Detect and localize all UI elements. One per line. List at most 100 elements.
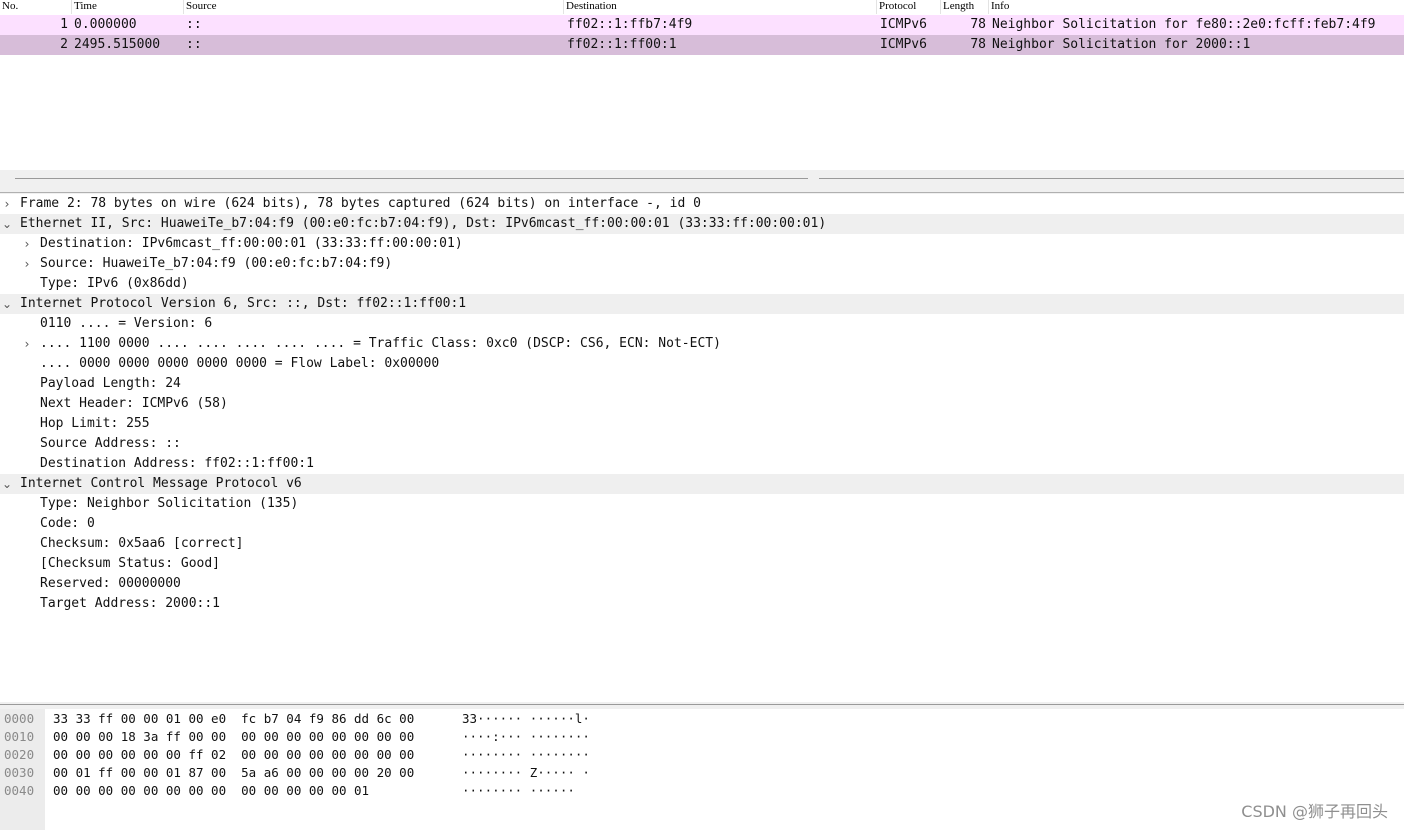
packet-length: 78 bbox=[970, 17, 986, 32]
watermark: CSDN @狮子再回头 bbox=[1241, 802, 1388, 821]
detail-tree-item[interactable]: .... 0000 0000 0000 0000 0000 = Flow Lab… bbox=[0, 354, 1404, 374]
detail-tree-item[interactable]: › Destination: IPv6mcast_ff:00:00:01 (33:… bbox=[0, 234, 1404, 254]
packet-bytes-pane[interactable]: 0000 33 33 ff 00 00 01 00 e0 fc b7 04 f9 … bbox=[0, 709, 1404, 830]
ascii-bytes: ········ Z····· · bbox=[462, 765, 590, 780]
packet-no: 2 bbox=[60, 37, 68, 52]
ascii-bytes: ····:··· ········ bbox=[462, 729, 590, 744]
detail-tree-item[interactable]: Type: IPv6 (0x86dd) bbox=[0, 274, 1404, 294]
detail-tree-node[interactable]: ⌄ Internet Protocol Version 6, Src: ::, D… bbox=[0, 294, 1404, 314]
packet-destination: ff02::1:ff00:1 bbox=[567, 37, 677, 52]
splitter-divider bbox=[0, 704, 1404, 705]
detail-tree-node[interactable]: ⌄ Internet Control Message Protocol v6 bbox=[0, 474, 1404, 494]
detail-text: Reserved: 00000000 bbox=[40, 576, 181, 591]
detail-text: Type: Neighbor Solicitation (135) bbox=[40, 496, 299, 511]
expand-arrow-icon[interactable]: › bbox=[21, 334, 33, 354]
hex-dump-row[interactable]: 0020 00 00 00 00 00 00 ff 02 00 00 00 00 … bbox=[0, 746, 1404, 764]
detail-tree-item[interactable]: › Source: HuaweiTe_b7:04:f9 (00:e0:fc:b7:… bbox=[0, 254, 1404, 274]
detail-text: Checksum: 0x5aa6 [correct] bbox=[40, 536, 244, 551]
detail-text: Ethernet II, Src: HuaweiTe_b7:04:f9 (00:… bbox=[20, 216, 827, 231]
column-header-source[interactable]: Source bbox=[184, 0, 564, 14]
expand-arrow-icon[interactable]: › bbox=[21, 234, 33, 254]
detail-text: Next Header: ICMPv6 (58) bbox=[40, 396, 228, 411]
hex-offset: 0020 bbox=[4, 747, 35, 762]
detail-tree-item[interactable]: [Checksum Status: Good] bbox=[0, 554, 1404, 574]
detail-tree-item[interactable]: Code: 0 bbox=[0, 514, 1404, 534]
packet-list-pane[interactable]: No. Time Source Destination Protocol Len… bbox=[0, 0, 1404, 170]
detail-tree-item[interactable]: Source Address: :: bbox=[0, 434, 1404, 454]
packet-details-pane[interactable]: › Frame 2: 78 bytes on wire (624 bits), 7… bbox=[0, 194, 1404, 702]
column-header-destination[interactable]: Destination bbox=[564, 0, 877, 14]
detail-tree-item[interactable]: Payload Length: 24 bbox=[0, 374, 1404, 394]
column-header-no[interactable]: No. bbox=[0, 0, 72, 14]
detail-text: Source: HuaweiTe_b7:04:f9 (00:e0:fc:b7:0… bbox=[40, 256, 393, 271]
detail-text: .... 1100 0000 .... .... .... .... .... … bbox=[40, 336, 721, 351]
detail-tree-item[interactable]: Type: Neighbor Solicitation (135) bbox=[0, 494, 1404, 514]
packet-row[interactable]: 1 0.000000 :: ff02::1:ffb7:4f9 ICMPv6 78… bbox=[0, 15, 1404, 35]
column-header-protocol[interactable]: Protocol bbox=[877, 0, 941, 14]
detail-text: [Checksum Status: Good] bbox=[40, 556, 221, 571]
expand-arrow-icon[interactable]: › bbox=[21, 254, 33, 274]
detail-tree-item[interactable]: Destination Address: ff02::1:ff00:1 bbox=[0, 454, 1404, 474]
hex-dump-row[interactable]: 0030 00 01 ff 00 00 01 87 00 5a a6 00 00 … bbox=[0, 764, 1404, 782]
detail-tree-item[interactable]: 0110 .... = Version: 6 bbox=[0, 314, 1404, 334]
packet-time: 2495.515000 bbox=[74, 37, 161, 52]
packet-length: 78 bbox=[970, 37, 986, 52]
detail-tree-item[interactable]: Checksum: 0x5aa6 [correct] bbox=[0, 534, 1404, 554]
collapse-arrow-icon[interactable]: ⌄ bbox=[1, 474, 13, 494]
detail-text: Destination Address: ff02::1:ff00:1 bbox=[40, 456, 314, 471]
detail-tree-node[interactable]: › Frame 2: 78 bytes on wire (624 bits), 7… bbox=[0, 194, 1404, 214]
hex-offset: 0030 bbox=[4, 765, 35, 780]
horizontal-scrollbar-track-right[interactable] bbox=[819, 178, 1404, 179]
hex-bytes: 00 00 00 18 3a ff 00 00 00 00 00 00 00 0… bbox=[53, 729, 415, 744]
packet-time: 0.000000 bbox=[74, 17, 137, 32]
ascii-bytes: 33······ ······l· bbox=[462, 711, 590, 726]
column-header-info[interactable]: Info bbox=[989, 0, 1404, 14]
hex-bytes: 00 00 00 00 00 00 ff 02 00 00 00 00 00 0… bbox=[53, 747, 415, 762]
detail-text: Code: 0 bbox=[40, 516, 95, 531]
hex-bytes: 00 01 ff 00 00 01 87 00 5a a6 00 00 00 0… bbox=[53, 765, 415, 780]
detail-text: Destination: IPv6mcast_ff:00:00:01 (33:3… bbox=[40, 236, 463, 251]
packet-no: 1 bbox=[60, 17, 68, 32]
hex-offset: 0000 bbox=[4, 711, 35, 726]
ascii-bytes: ········ ······ bbox=[462, 783, 575, 798]
hex-dump-row[interactable]: 0010 00 00 00 18 3a ff 00 00 00 00 00 00 … bbox=[0, 728, 1404, 746]
packet-info: Neighbor Solicitation for 2000::1 bbox=[992, 37, 1251, 52]
detail-text: .... 0000 0000 0000 0000 0000 = Flow Lab… bbox=[40, 356, 440, 371]
packet-info: Neighbor Solicitation for fe80::2e0:fcff… bbox=[992, 17, 1376, 32]
details-bytes-splitter[interactable] bbox=[0, 702, 1404, 709]
collapse-arrow-icon[interactable]: ⌄ bbox=[1, 294, 13, 314]
packet-destination: ff02::1:ffb7:4f9 bbox=[567, 17, 693, 32]
detail-tree-node[interactable]: ⌄ Ethernet II, Src: HuaweiTe_b7:04:f9 (00… bbox=[0, 214, 1404, 234]
detail-tree-item[interactable]: Next Header: ICMPv6 (58) bbox=[0, 394, 1404, 414]
collapse-arrow-icon[interactable]: ⌄ bbox=[1, 214, 13, 234]
detail-text: Payload Length: 24 bbox=[40, 376, 181, 391]
packet-protocol: ICMPv6 bbox=[880, 17, 927, 32]
detail-text: Internet Control Message Protocol v6 bbox=[20, 476, 302, 491]
horizontal-scrollbar-track-left[interactable] bbox=[15, 178, 808, 179]
hex-offset: 0010 bbox=[4, 729, 35, 744]
detail-tree-item[interactable]: Hop Limit: 255 bbox=[0, 414, 1404, 434]
ascii-bytes: ········ ········ bbox=[462, 747, 590, 762]
packet-source: :: bbox=[186, 37, 202, 52]
detail-text: Target Address: 2000::1 bbox=[40, 596, 221, 611]
detail-text: Type: IPv6 (0x86dd) bbox=[40, 276, 189, 291]
hex-dump-row[interactable]: 0040 00 00 00 00 00 00 00 00 00 00 00 00 … bbox=[0, 782, 1404, 800]
packet-source: :: bbox=[186, 17, 202, 32]
detail-tree-item[interactable]: › .... 1100 0000 .... .... .... .... ....… bbox=[0, 334, 1404, 354]
packet-list-splitter[interactable] bbox=[0, 170, 1404, 194]
column-header-length[interactable]: Length bbox=[941, 0, 989, 14]
packet-list-header: No. Time Source Destination Protocol Len… bbox=[0, 0, 1404, 14]
packet-protocol: ICMPv6 bbox=[880, 37, 927, 52]
packet-row-selected[interactable]: 2 2495.515000 :: ff02::1:ff00:1 ICMPv6 7… bbox=[0, 35, 1404, 55]
column-header-time[interactable]: Time bbox=[72, 0, 184, 14]
expand-arrow-icon[interactable]: › bbox=[1, 194, 13, 214]
detail-tree-item[interactable]: Reserved: 00000000 bbox=[0, 574, 1404, 594]
hex-bytes: 00 00 00 00 00 00 00 00 00 00 00 00 00 0… bbox=[53, 783, 370, 798]
hex-dump-row[interactable]: 0000 33 33 ff 00 00 01 00 e0 fc b7 04 f9 … bbox=[0, 710, 1404, 728]
detail-text: Internet Protocol Version 6, Src: ::, Ds… bbox=[20, 296, 467, 311]
detail-tree-item[interactable]: Target Address: 2000::1 bbox=[0, 594, 1404, 614]
hex-offset: 0040 bbox=[4, 783, 35, 798]
detail-text: Frame 2: 78 bytes on wire (624 bits), 78… bbox=[20, 196, 701, 211]
hex-bytes: 33 33 ff 00 00 01 00 e0 fc b7 04 f9 86 d… bbox=[53, 711, 415, 726]
splitter-divider bbox=[0, 192, 1404, 193]
